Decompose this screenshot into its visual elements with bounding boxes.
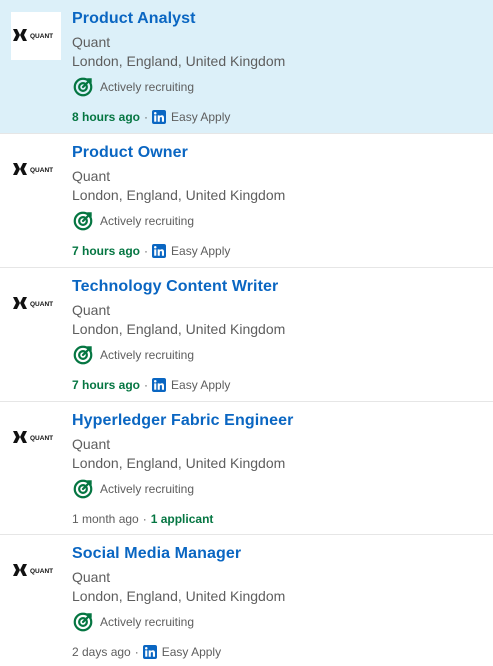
posted-time: 2 days ago	[72, 645, 131, 659]
job-meta: 7 hours ago · Easy Apply	[72, 242, 230, 260]
company-logo[interactable]: QUANT	[11, 280, 61, 328]
job-location: London, England, United Kingdom	[72, 187, 286, 203]
posted-time: 7 hours ago	[72, 378, 141, 392]
recruiting-status: Actively recruiting	[72, 478, 194, 500]
job-title-link[interactable]: Hyperledger Fabric Engineer	[72, 412, 293, 430]
job-location: London, England, United Kingdom	[72, 321, 286, 337]
linkedin-icon	[152, 378, 167, 392]
job-title-link[interactable]: Product Analyst	[72, 10, 196, 28]
company-name[interactable]: Quant	[72, 302, 110, 318]
company-logo[interactable]: QUANT	[11, 146, 61, 194]
recruiting-status: Actively recruiting	[72, 611, 194, 633]
job-list: QUANT Product Analyst Quant London, Engl…	[0, 0, 493, 666]
linkedin-icon	[152, 244, 167, 258]
easy-apply-label: Easy Apply	[171, 244, 231, 258]
posted-time: 1 month ago	[72, 512, 139, 526]
job-location: London, England, United Kingdom	[72, 53, 286, 69]
quant-logo-icon: QUANT	[13, 163, 53, 175]
target-check-icon	[73, 211, 93, 231]
quant-logo-icon: QUANT	[13, 297, 53, 309]
job-meta: 7 hours ago · Easy Apply	[72, 376, 230, 394]
recruiting-status: Actively recruiting	[72, 210, 194, 232]
company-name[interactable]: Quant	[72, 436, 110, 452]
linkedin-icon	[142, 645, 157, 659]
posted-time: 7 hours ago	[72, 244, 141, 258]
company-logo[interactable]: QUANT	[11, 547, 61, 595]
job-title-link[interactable]: Social Media Manager	[72, 545, 241, 563]
job-card[interactable]: QUANT Hyperledger Fabric Engineer Quant …	[0, 402, 493, 535]
recruiting-status: Actively recruiting	[72, 344, 194, 366]
job-card[interactable]: QUANT Product Analyst Quant London, Engl…	[0, 0, 493, 134]
company-name[interactable]: Quant	[72, 569, 110, 585]
meta-separator: ·	[134, 645, 139, 659]
easy-apply-label: Easy Apply	[171, 110, 231, 124]
target-check-icon	[73, 77, 93, 97]
company-name[interactable]: Quant	[72, 168, 110, 184]
recruiting-status: Actively recruiting	[72, 76, 194, 98]
recruiting-label: Actively recruiting	[100, 348, 195, 362]
meta-separator: ·	[144, 378, 149, 392]
job-card[interactable]: QUANT Social Media Manager Quant London,…	[0, 535, 493, 666]
meta-separator: ·	[144, 244, 149, 258]
job-location: London, England, United Kingdom	[72, 588, 286, 604]
posted-time: 8 hours ago	[72, 110, 141, 124]
company-logo[interactable]: QUANT	[11, 414, 61, 462]
job-meta: 8 hours ago · Easy Apply	[72, 108, 230, 126]
svg-text:QUANT: QUANT	[30, 435, 53, 442]
recruiting-label: Actively recruiting	[100, 214, 195, 228]
linkedin-icon	[152, 110, 167, 124]
easy-apply-label: Easy Apply	[161, 645, 222, 659]
target-check-icon	[73, 345, 93, 365]
svg-text:QUANT: QUANT	[30, 301, 53, 308]
recruiting-label: Actively recruiting	[100, 482, 195, 496]
svg-text:QUANT: QUANT	[30, 167, 53, 174]
job-card[interactable]: QUANT Product Owner Quant London, Englan…	[0, 134, 493, 268]
job-card[interactable]: QUANT Technology Content Writer Quant Lo…	[0, 268, 493, 402]
target-check-icon	[73, 612, 93, 632]
job-meta: 2 days ago · Easy Apply	[72, 643, 221, 661]
easy-apply-label: Easy Apply	[171, 378, 231, 392]
svg-text:QUANT: QUANT	[30, 568, 53, 575]
recruiting-label: Actively recruiting	[100, 80, 195, 94]
meta-separator: ·	[142, 512, 147, 526]
job-location: London, England, United Kingdom	[72, 455, 286, 471]
svg-text:QUANT: QUANT	[30, 33, 53, 40]
job-title-link[interactable]: Technology Content Writer	[72, 278, 278, 296]
job-meta: 1 month ago · 1 applicant	[72, 510, 213, 528]
target-check-icon	[73, 479, 93, 499]
applicant-count: 1 applicant	[150, 512, 214, 526]
meta-separator: ·	[144, 110, 149, 124]
job-title-link[interactable]: Product Owner	[72, 144, 188, 162]
quant-logo-icon: QUANT	[13, 29, 53, 41]
quant-logo-icon: QUANT	[13, 431, 53, 443]
quant-logo-icon: QUANT	[13, 564, 53, 576]
recruiting-label: Actively recruiting	[100, 615, 195, 629]
company-logo[interactable]: QUANT	[11, 12, 61, 60]
company-name[interactable]: Quant	[72, 34, 110, 50]
